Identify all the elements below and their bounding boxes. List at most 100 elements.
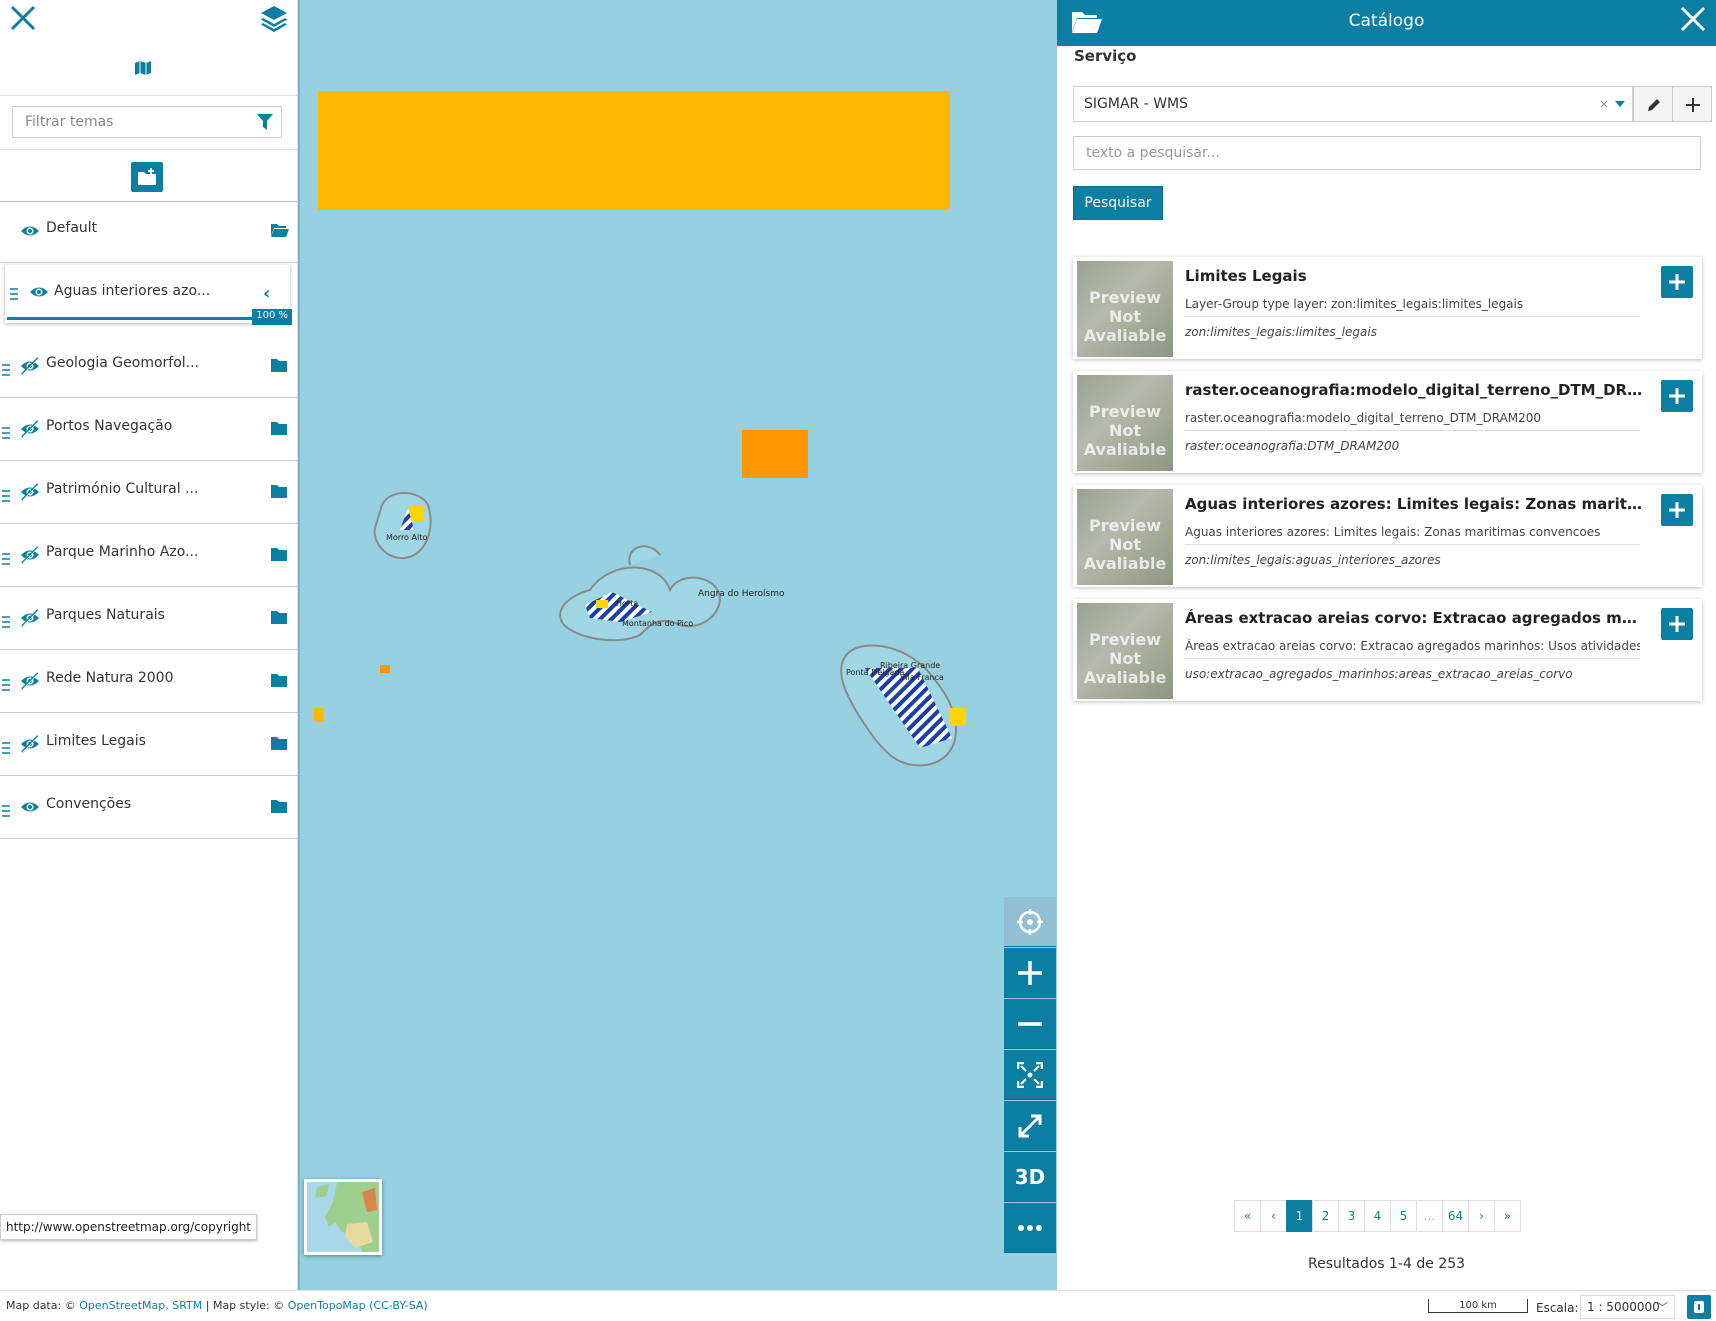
eye-icon[interactable] — [20, 222, 40, 240]
clear-icon[interactable]: × — [1599, 97, 1609, 111]
group-row[interactable]: Portos Navegação — [0, 398, 298, 461]
drag-handle-icon[interactable] — [2, 802, 10, 817]
osm-link[interactable]: OpenStreetMap, SRTM — [79, 1299, 202, 1312]
group-default[interactable]: Default — [0, 200, 298, 263]
folder-icon[interactable] — [270, 798, 288, 814]
add-layer-button[interactable] — [1661, 266, 1693, 298]
zoom-extent-icon — [1017, 1062, 1043, 1088]
group-row[interactable]: Património Cultural ... — [0, 461, 298, 524]
page-button[interactable]: 2 — [1312, 1200, 1339, 1232]
locate-button[interactable] — [1004, 897, 1056, 947]
record-identifier: zon:limites_legais:limites_legais — [1185, 325, 1377, 339]
plus-icon — [1669, 274, 1685, 290]
page-button[interactable]: › — [1468, 1200, 1495, 1232]
map-icon[interactable] — [134, 60, 152, 76]
folder-icon[interactable] — [270, 357, 288, 373]
group-label: Parques Naturais — [46, 607, 165, 623]
filter-icon[interactable] — [257, 113, 273, 131]
eye-icon[interactable] — [20, 798, 40, 816]
page-button[interactable]: ‹ — [1260, 1200, 1287, 1232]
zoom-extent-button[interactable] — [1004, 1050, 1056, 1100]
layer-sidebar: Default Aguas interiores azo... ‹ 100 % … — [0, 0, 298, 1290]
edit-service-button[interactable] — [1633, 86, 1673, 122]
add-layer-button[interactable] — [1661, 494, 1693, 526]
zoom-out-button[interactable] — [1004, 999, 1056, 1049]
page-button[interactable]: » — [1494, 1200, 1521, 1232]
catalog-record: Preview Not Avaliable Áreas extracao arei… — [1073, 599, 1702, 701]
page-button[interactable]: 64 — [1442, 1200, 1469, 1232]
layers-icon[interactable] — [259, 4, 289, 34]
info-icon — [1694, 1301, 1704, 1313]
folder-icon[interactable] — [270, 546, 288, 562]
license-link[interactable]: (CC-BY-SA) — [369, 1299, 428, 1312]
folder-icon[interactable] — [270, 483, 288, 499]
eye-slash-icon[interactable] — [20, 609, 40, 627]
scale-select[interactable]: 1 : 5000000 ﹀ — [1580, 1295, 1675, 1319]
more-button[interactable] — [1004, 1203, 1056, 1253]
plus-icon — [1669, 388, 1685, 404]
chevron-left-icon[interactable]: ‹ — [263, 283, 270, 304]
folder-icon[interactable] — [270, 672, 288, 688]
drag-handle-icon[interactable] — [2, 550, 10, 565]
group-row[interactable]: Rede Natura 2000 — [0, 650, 298, 713]
page-button[interactable]: 1 — [1286, 1200, 1313, 1232]
map-canvas[interactable]: Morro Alto Angra do Heroísmo Horta Monta… — [298, 0, 1057, 1290]
folder-open-icon[interactable] — [270, 222, 289, 238]
eye-slash-icon[interactable] — [20, 735, 40, 753]
opentopomap-link[interactable]: OpenTopoMap — [288, 1299, 366, 1312]
drag-handle-icon[interactable] — [2, 487, 10, 502]
active-layer-card[interactable]: Aguas interiores azo... ‹ 100 % — [5, 265, 292, 325]
drag-handle-icon[interactable] — [2, 613, 10, 628]
overview-minimap[interactable] — [304, 1179, 382, 1255]
add-layer-button[interactable] — [1661, 608, 1693, 640]
fullscreen-button[interactable] — [1004, 1101, 1056, 1151]
drag-handle-icon[interactable] — [2, 361, 10, 376]
page-button[interactable]: 5 — [1390, 1200, 1417, 1232]
drag-handle-icon[interactable] — [10, 285, 18, 304]
map-label: Vila Franca — [900, 673, 944, 682]
add-layer-button[interactable] — [1661, 380, 1693, 412]
record-description: Layer-Group type layer: zon:limites_lega… — [1185, 297, 1640, 317]
group-row[interactable]: Parque Marinho Azo... — [0, 524, 298, 587]
close-icon[interactable] — [8, 3, 38, 33]
group-label: Portos Navegação — [46, 418, 173, 434]
eye-slash-icon[interactable] — [20, 546, 40, 564]
folder-icon[interactable] — [270, 735, 288, 751]
page-button[interactable]: « — [1234, 1200, 1261, 1232]
opacity-slider[interactable] — [7, 317, 267, 320]
group-row[interactable]: Limites Legais — [0, 713, 298, 776]
minimap-image — [307, 1182, 379, 1252]
filter-themes-input[interactable] — [12, 106, 282, 138]
catalog-record: Preview Not Avaliable Limites Legais Layer… — [1073, 257, 1702, 359]
map-label: Angra do Heroísmo — [698, 589, 785, 599]
eye-icon[interactable] — [29, 283, 49, 305]
eye-slash-icon[interactable] — [20, 483, 40, 501]
folder-icon[interactable] — [270, 420, 288, 436]
attribution-prefix: Map data: © — [6, 1299, 76, 1312]
info-button[interactable] — [1687, 1295, 1711, 1319]
record-title: raster.oceanografia:modelo_digital_terre… — [1185, 381, 1645, 399]
search-button[interactable]: Pesquisar — [1073, 186, 1163, 220]
add-group-button[interactable] — [131, 162, 163, 192]
page-button[interactable]: 4 — [1364, 1200, 1391, 1232]
eye-slash-icon[interactable] — [20, 420, 40, 438]
3d-button[interactable]: 3D — [1004, 1152, 1056, 1202]
chevron-down-icon[interactable] — [1615, 101, 1625, 107]
drag-handle-icon[interactable] — [2, 676, 10, 691]
service-select[interactable]: SIGMAR - WMS × — [1073, 86, 1633, 122]
zoom-in-button[interactable] — [1004, 948, 1056, 998]
eye-slash-icon[interactable] — [20, 357, 40, 375]
eye-slash-icon[interactable] — [20, 672, 40, 690]
add-service-button[interactable] — [1672, 86, 1712, 122]
group-row[interactable]: Convenções — [0, 776, 298, 839]
marker-square — [314, 708, 324, 722]
folder-icon[interactable] — [270, 609, 288, 625]
group-row[interactable]: Geologia Geomorfol... — [0, 335, 298, 398]
close-icon[interactable] — [1678, 4, 1708, 34]
map-attribution: Map data: © OpenStreetMap, SRTM | Map st… — [6, 1299, 428, 1312]
drag-handle-icon[interactable] — [2, 424, 10, 439]
drag-handle-icon[interactable] — [2, 739, 10, 754]
page-button[interactable]: 3 — [1338, 1200, 1365, 1232]
catalog-search-input[interactable] — [1073, 136, 1701, 170]
group-row[interactable]: Parques Naturais — [0, 587, 298, 650]
